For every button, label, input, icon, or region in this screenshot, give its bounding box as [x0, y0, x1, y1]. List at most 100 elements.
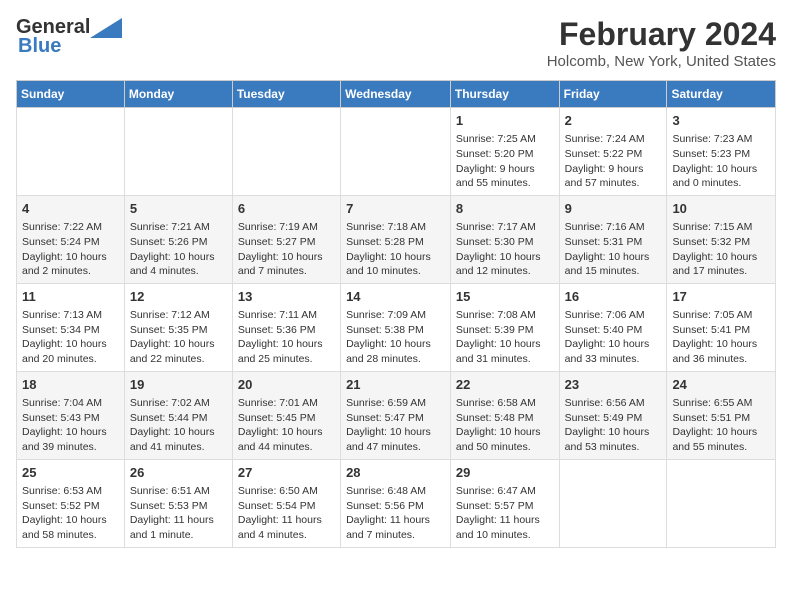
day-number: 2 [565, 112, 662, 130]
cell-content: Sunrise: 7:11 AM Sunset: 5:36 PM Dayligh… [238, 308, 335, 367]
logo: General Blue [16, 16, 122, 58]
day-number: 21 [346, 376, 445, 394]
table-row: 25 Sunrise: 6:53 AM Sunset: 5:52 PM Dayli… [17, 459, 125, 547]
cell-content: Sunrise: 7:16 AM Sunset: 5:31 PM Dayligh… [565, 220, 662, 279]
day-number: 19 [130, 376, 227, 394]
header-thursday: Thursday [450, 81, 559, 108]
table-row: 7 Sunrise: 7:18 AM Sunset: 5:28 PM Daylig… [341, 195, 451, 283]
table-row: 6 Sunrise: 7:19 AM Sunset: 5:27 PM Daylig… [232, 195, 340, 283]
cell-content: Sunrise: 7:01 AM Sunset: 5:45 PM Dayligh… [238, 396, 335, 455]
calendar-week-row: 18 Sunrise: 7:04 AM Sunset: 5:43 PM Dayli… [17, 371, 776, 459]
logo-text-blue: Blue [16, 35, 61, 58]
day-number: 26 [130, 464, 227, 482]
day-number: 1 [456, 112, 554, 130]
main-title: February 2024 [547, 16, 776, 53]
header-sunday: Sunday [17, 81, 125, 108]
table-row [667, 459, 776, 547]
cell-content: Sunrise: 7:25 AM Sunset: 5:20 PM Dayligh… [456, 132, 554, 191]
day-number: 20 [238, 376, 335, 394]
cell-content: Sunrise: 7:19 AM Sunset: 5:27 PM Dayligh… [238, 220, 335, 279]
subtitle: Holcomb, New York, United States [547, 53, 776, 70]
day-number: 6 [238, 200, 335, 218]
calendar-table: Sunday Monday Tuesday Wednesday Thursday… [16, 80, 776, 548]
cell-content: Sunrise: 7:08 AM Sunset: 5:39 PM Dayligh… [456, 308, 554, 367]
cell-content: Sunrise: 6:48 AM Sunset: 5:56 PM Dayligh… [346, 484, 445, 543]
table-row: 12Sunrise: 7:12 AM Sunset: 5:35 PM Dayli… [124, 283, 232, 371]
table-row: 27 Sunrise: 6:50 AM Sunset: 5:54 PM Dayli… [232, 459, 340, 547]
calendar-week-row: 1 Sunrise: 7:25 AM Sunset: 5:20 PM Daylig… [17, 108, 776, 196]
table-row [341, 108, 451, 196]
day-number: 13 [238, 288, 335, 306]
day-number: 18 [22, 376, 119, 394]
day-number: 25 [22, 464, 119, 482]
table-row: 26 Sunrise: 6:51 AM Sunset: 5:53 PM Dayli… [124, 459, 232, 547]
cell-content: Sunrise: 7:15 AM Sunset: 5:32 PM Dayligh… [672, 220, 770, 279]
cell-content: Sunrise: 7:17 AM Sunset: 5:30 PM Dayligh… [456, 220, 554, 279]
day-number: 9 [565, 200, 662, 218]
table-row: 21 Sunrise: 6:59 AM Sunset: 5:47 PM Dayli… [341, 371, 451, 459]
calendar-week-row: 11 Sunrise: 7:13 AM Sunset: 5:34 PM Dayli… [17, 283, 776, 371]
day-number: 5 [130, 200, 227, 218]
cell-content: Sunrise: 6:50 AM Sunset: 5:54 PM Dayligh… [238, 484, 335, 543]
table-row: 1 Sunrise: 7:25 AM Sunset: 5:20 PM Daylig… [450, 108, 559, 196]
table-row: 24 Sunrise: 6:55 AM Sunset: 5:51 PM Dayli… [667, 371, 776, 459]
table-row: 15 Sunrise: 7:08 AM Sunset: 5:39 PM Dayli… [450, 283, 559, 371]
day-number: 28 [346, 464, 445, 482]
table-row: 9 Sunrise: 7:16 AM Sunset: 5:31 PM Daylig… [559, 195, 667, 283]
cell-content: Sunrise: 6:58 AM Sunset: 5:48 PM Dayligh… [456, 396, 554, 455]
table-row: 13 Sunrise: 7:11 AM Sunset: 5:36 PM Dayli… [232, 283, 340, 371]
header-saturday: Saturday [667, 81, 776, 108]
day-number: 27 [238, 464, 335, 482]
table-row [17, 108, 125, 196]
cell-content: Sunrise: 6:59 AM Sunset: 5:47 PM Dayligh… [346, 396, 445, 455]
cell-content: Sunrise: 7:24 AM Sunset: 5:22 PM Dayligh… [565, 132, 662, 191]
day-number: 14 [346, 288, 445, 306]
header-monday: Monday [124, 81, 232, 108]
table-row: 8 Sunrise: 7:17 AM Sunset: 5:30 PM Daylig… [450, 195, 559, 283]
day-number: 15 [456, 288, 554, 306]
table-row [124, 108, 232, 196]
day-number: 10 [672, 200, 770, 218]
day-number: 17 [672, 288, 770, 306]
day-number: 4 [22, 200, 119, 218]
day-number: 12 [130, 288, 227, 306]
day-number: 8 [456, 200, 554, 218]
page-header: General Blue February 2024 Holcomb, New … [16, 16, 776, 70]
day-number: 24 [672, 376, 770, 394]
cell-content: Sunrise: 6:55 AM Sunset: 5:51 PM Dayligh… [672, 396, 770, 455]
cell-content: Sunrise: 7:04 AM Sunset: 5:43 PM Dayligh… [22, 396, 119, 455]
table-row: 17 Sunrise: 7:05 AM Sunset: 5:41 PM Dayli… [667, 283, 776, 371]
cell-content: Sunrise: 6:56 AM Sunset: 5:49 PM Dayligh… [565, 396, 662, 455]
cell-content: Sunrise: 6:47 AM Sunset: 5:57 PM Dayligh… [456, 484, 554, 543]
cell-content: Sunrise: 7:05 AM Sunset: 5:41 PM Dayligh… [672, 308, 770, 367]
table-row [232, 108, 340, 196]
table-row: 2 Sunrise: 7:24 AM Sunset: 5:22 PM Daylig… [559, 108, 667, 196]
table-row: 10 Sunrise: 7:15 AM Sunset: 5:32 PM Dayli… [667, 195, 776, 283]
cell-content: Sunrise: 7:22 AM Sunset: 5:24 PM Dayligh… [22, 220, 119, 279]
table-row: 4 Sunrise: 7:22 AM Sunset: 5:24 PM Daylig… [17, 195, 125, 283]
cell-content: Sunrise: 7:13 AM Sunset: 5:34 PM Dayligh… [22, 308, 119, 367]
day-number: 23 [565, 376, 662, 394]
table-row: 18 Sunrise: 7:04 AM Sunset: 5:43 PM Dayli… [17, 371, 125, 459]
table-row: 3Sunrise: 7:23 AM Sunset: 5:23 PM Daylig… [667, 108, 776, 196]
cell-content: Sunrise: 7:18 AM Sunset: 5:28 PM Dayligh… [346, 220, 445, 279]
table-row: 29 Sunrise: 6:47 AM Sunset: 5:57 PM Dayli… [450, 459, 559, 547]
cell-content: Sunrise: 7:02 AM Sunset: 5:44 PM Dayligh… [130, 396, 227, 455]
table-row: 16Sunrise: 7:06 AM Sunset: 5:40 PM Dayli… [559, 283, 667, 371]
table-row: 23 Sunrise: 6:56 AM Sunset: 5:49 PM Dayli… [559, 371, 667, 459]
day-number: 22 [456, 376, 554, 394]
day-number: 7 [346, 200, 445, 218]
day-number: 11 [22, 288, 119, 306]
table-row: 22 Sunrise: 6:58 AM Sunset: 5:48 PM Dayli… [450, 371, 559, 459]
cell-content: Sunrise: 6:51 AM Sunset: 5:53 PM Dayligh… [130, 484, 227, 543]
cell-content: Sunrise: 6:53 AM Sunset: 5:52 PM Dayligh… [22, 484, 119, 543]
table-row: 20 Sunrise: 7:01 AM Sunset: 5:45 PM Dayli… [232, 371, 340, 459]
table-row: 14Sunrise: 7:09 AM Sunset: 5:38 PM Dayli… [341, 283, 451, 371]
table-row: 5Sunrise: 7:21 AM Sunset: 5:26 PM Daylig… [124, 195, 232, 283]
header-wednesday: Wednesday [341, 81, 451, 108]
calendar-week-row: 25 Sunrise: 6:53 AM Sunset: 5:52 PM Dayli… [17, 459, 776, 547]
title-block: February 2024 Holcomb, New York, United … [547, 16, 776, 70]
day-number: 3 [672, 112, 770, 130]
day-number: 29 [456, 464, 554, 482]
cell-content: Sunrise: 7:06 AM Sunset: 5:40 PM Dayligh… [565, 308, 662, 367]
